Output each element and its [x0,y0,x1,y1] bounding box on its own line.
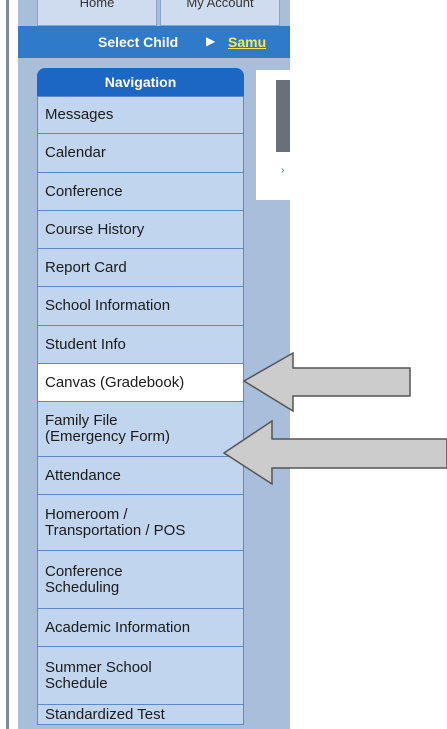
pointer-arrow-icon [242,351,411,413]
pointer-overlay [222,351,447,486]
pointer-arrow-icon [222,419,447,486]
